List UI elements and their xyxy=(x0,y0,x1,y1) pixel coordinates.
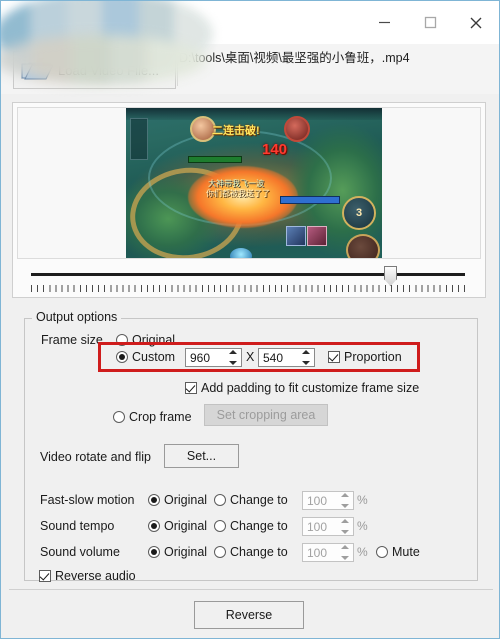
fast-slow-stepper[interactable] xyxy=(338,493,352,508)
sound-volume-unit: % xyxy=(357,545,368,559)
sound-tempo-value: 100 xyxy=(307,520,328,534)
fast-slow-change-radio[interactable] xyxy=(214,494,226,506)
sound-volume-stepper[interactable] xyxy=(338,545,352,560)
set-cropping-area-button: Set cropping area xyxy=(204,404,328,426)
file-path-text: D:\tools\桌面\视频\最坚强的小鲁班，.mp4 xyxy=(179,51,410,65)
video-frame-thumbnail: 二连击破! 140 大神带我飞一波 你们都被我送了了 3 xyxy=(126,108,382,258)
game-scene: 二连击破! 140 大神带我飞一波 你们都被我送了了 3 xyxy=(126,108,382,258)
fast-slow-original-label: Original xyxy=(164,493,208,507)
frame-size-custom-radio[interactable] xyxy=(116,351,128,363)
proportion-checkbox[interactable] xyxy=(328,351,340,363)
sound-volume-change-radio[interactable] xyxy=(214,546,226,558)
video-preview-panel: 二连击破! 140 大神带我飞一波 你们都被我送了了 3 xyxy=(12,102,486,298)
sound-tempo-value-spinner[interactable]: 100 xyxy=(302,517,354,536)
window-controls xyxy=(361,1,499,44)
minimize-button[interactable] xyxy=(361,1,407,44)
scene-item-slot-1 xyxy=(286,226,306,246)
frame-height-value: 540 xyxy=(263,351,284,365)
frame-size-custom-label: Custom xyxy=(132,350,176,364)
frame-width-spinner[interactable]: 960 xyxy=(185,348,242,367)
sound-volume-change-label: Change to xyxy=(230,545,288,559)
frame-width-value: 960 xyxy=(190,351,211,365)
sound-tempo-change-radio[interactable] xyxy=(214,520,226,532)
scene-kill-banner: 二连击破! xyxy=(212,125,260,137)
video-rotate-flip-label: Video rotate and flip xyxy=(40,450,151,464)
scene-damage-number: 140 xyxy=(262,141,288,158)
sound-volume-value: 100 xyxy=(307,546,328,560)
sound-volume-original-radio[interactable] xyxy=(148,546,160,558)
output-options-label: Output options xyxy=(32,310,122,324)
add-padding-checkbox[interactable] xyxy=(185,382,197,394)
crop-frame-label: Crop frame xyxy=(129,410,192,424)
frame-size-original-label: Original xyxy=(132,333,176,347)
fast-slow-value-spinner[interactable]: 100 xyxy=(302,491,354,510)
footer-divider xyxy=(9,589,493,590)
scene-minimap xyxy=(130,118,148,160)
minimize-icon xyxy=(378,21,390,24)
frame-height-stepper[interactable] xyxy=(299,350,313,365)
sound-tempo-original-label: Original xyxy=(164,519,208,533)
scene-chat-line-2: 你们都被我送了了 xyxy=(206,189,270,198)
sound-volume-mute-label: Mute xyxy=(392,545,420,559)
frame-width-stepper[interactable] xyxy=(226,350,240,365)
sound-volume-mute-radio[interactable] xyxy=(376,546,388,558)
scene-item-slot-2 xyxy=(307,226,327,246)
add-padding-label: Add padding to fit customize frame size xyxy=(201,381,420,395)
reverse-button[interactable]: Reverse xyxy=(194,601,304,629)
crop-frame-radio[interactable] xyxy=(113,411,125,423)
rotate-flip-set-button[interactable]: Set... xyxy=(164,444,239,468)
fast-slow-unit: % xyxy=(357,493,368,507)
sound-volume-original-label: Original xyxy=(164,545,208,559)
close-icon xyxy=(470,17,482,28)
reverse-button-label: Reverse xyxy=(225,608,273,622)
scene-health-bar-enemy xyxy=(280,196,340,204)
fast-slow-value: 100 xyxy=(307,494,328,508)
sound-tempo-label: Sound tempo xyxy=(40,519,115,533)
fast-slow-motion-label: Fast-slow motion xyxy=(40,493,135,507)
slider-thumb[interactable] xyxy=(384,266,397,286)
scene-skill-button: 3 xyxy=(342,196,376,230)
scene-top-hud xyxy=(126,108,382,120)
close-button[interactable] xyxy=(453,1,499,44)
slider-track xyxy=(31,273,465,276)
maximize-icon xyxy=(424,16,436,29)
scene-orb xyxy=(230,248,252,258)
scene-skill-button-secondary xyxy=(346,234,380,258)
sound-tempo-change-label: Change to xyxy=(230,519,288,533)
scene-avatar-enemy xyxy=(284,116,310,142)
app-window: Load Video File... D:\tools\桌面\视频\最坚强的小鲁… xyxy=(0,0,500,639)
fast-slow-original-radio[interactable] xyxy=(148,494,160,506)
maximize-button[interactable] xyxy=(407,1,453,44)
frame-height-spinner[interactable]: 540 xyxy=(258,348,315,367)
sound-volume-label: Sound volume xyxy=(40,545,120,559)
frame-size-original-radio[interactable] xyxy=(116,334,128,346)
reverse-audio-checkbox[interactable] xyxy=(39,570,51,582)
video-display-area[interactable]: 二连击破! 140 大神带我飞一波 你们都被我送了了 3 xyxy=(17,107,481,259)
slider-ticks xyxy=(31,285,465,292)
sound-tempo-unit: % xyxy=(357,519,368,533)
frame-size-separator: X xyxy=(246,350,255,364)
sound-volume-value-spinner[interactable]: 100 xyxy=(302,543,354,562)
fast-slow-change-label: Change to xyxy=(230,493,288,507)
frame-size-label: Frame size xyxy=(41,333,103,347)
rotate-flip-set-label: Set... xyxy=(186,449,217,463)
scene-health-bar-ally xyxy=(188,156,242,163)
reverse-audio-label: Reverse audio xyxy=(55,569,136,583)
set-cropping-area-label: Set cropping area xyxy=(216,408,316,422)
redaction-blur-overlay-lower xyxy=(1,35,207,85)
sound-tempo-stepper[interactable] xyxy=(338,519,352,534)
video-position-slider[interactable] xyxy=(19,265,479,295)
sound-tempo-original-radio[interactable] xyxy=(148,520,160,532)
proportion-label: Proportion xyxy=(344,350,402,364)
